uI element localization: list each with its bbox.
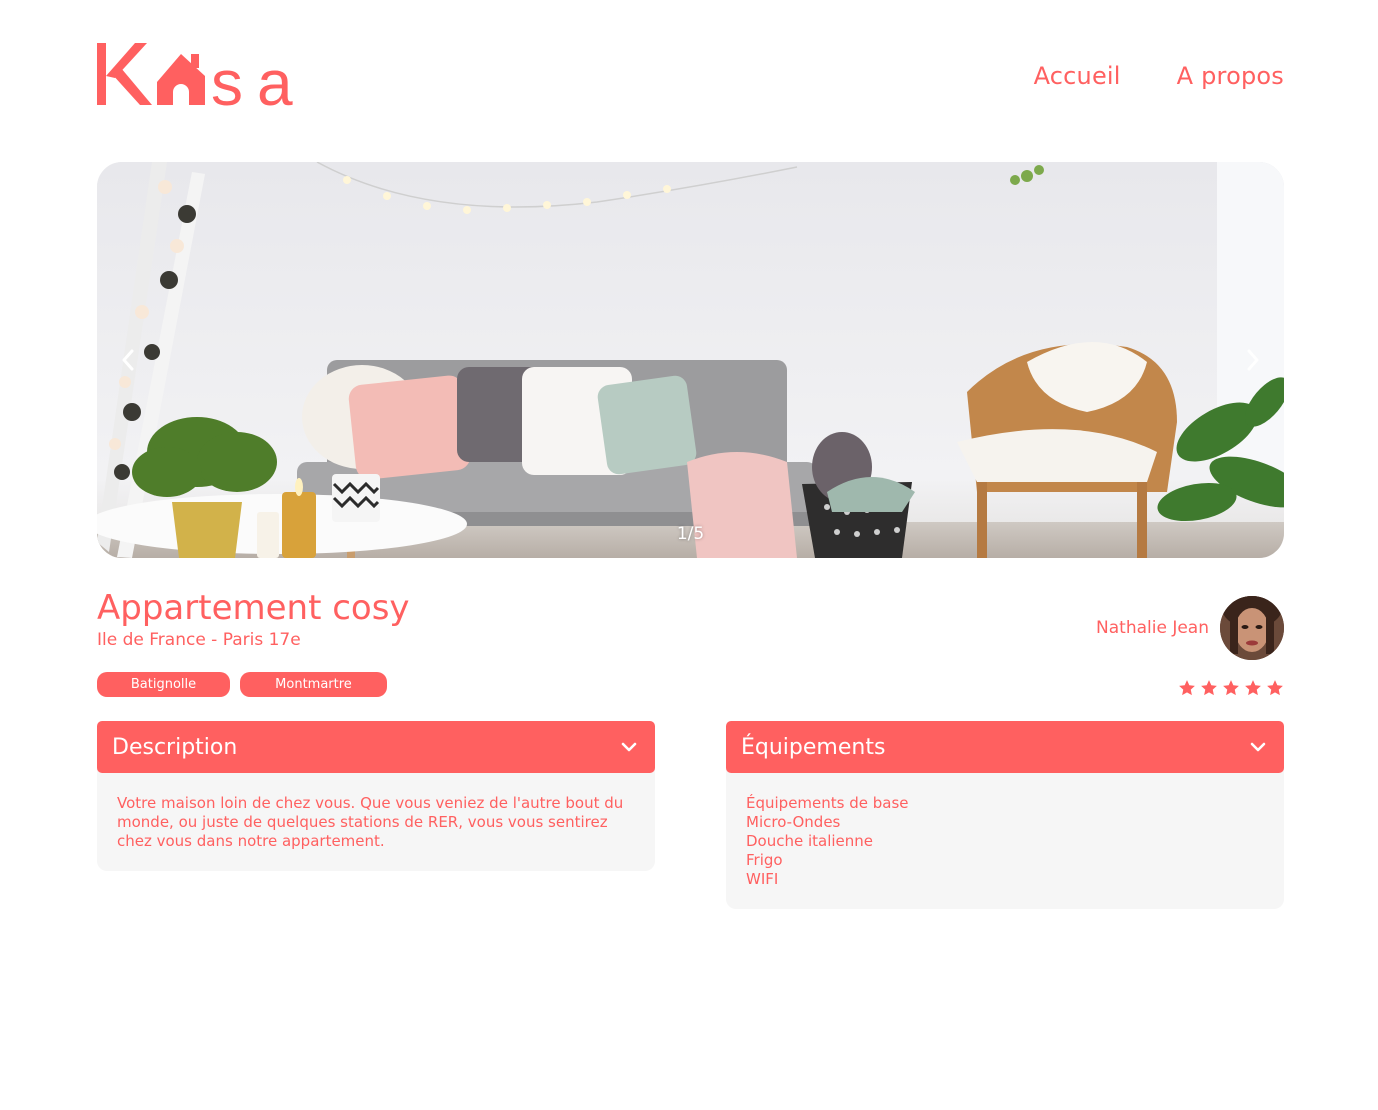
tag: Montmartre	[240, 672, 387, 697]
chevron-right-icon	[1247, 349, 1259, 371]
collapse-title: Équipements	[741, 734, 886, 760]
tag: Batignolle	[97, 672, 230, 697]
listing-location: Ile de France - Paris 17e	[97, 630, 301, 650]
carousel-next-button[interactable]	[1239, 344, 1267, 376]
host-name: Nathalie Jean	[1096, 618, 1209, 638]
host-info: Nathalie Jean	[1096, 596, 1284, 660]
carousel-counter: 1/5	[676, 524, 705, 544]
living-room-photo	[97, 162, 1284, 558]
svg-text:s: s	[211, 47, 243, 108]
svg-text:a: a	[257, 47, 293, 108]
star-icon	[1200, 679, 1218, 697]
listing-title: Appartement cosy	[97, 588, 410, 628]
rating-stars	[1178, 679, 1284, 697]
chevron-down-icon[interactable]	[619, 737, 639, 757]
equipment-list: Équipements de base Micro-Ondes Douche i…	[746, 794, 1264, 889]
kasa-logo[interactable]: s a	[97, 40, 311, 108]
avatar-image	[1220, 596, 1284, 660]
image-carousel: 1/5	[97, 162, 1284, 558]
star-icon	[1178, 679, 1196, 697]
nav-link-home[interactable]: Accueil	[1034, 62, 1121, 90]
list-item: WIFI	[746, 870, 779, 888]
host-avatar	[1220, 596, 1284, 660]
logo-icon: s a	[97, 43, 293, 108]
description-toggle[interactable]: Description	[97, 721, 655, 773]
list-item: Équipements de base	[746, 794, 909, 812]
star-icon	[1266, 679, 1284, 697]
description-collapse: Description Votre maison loin de chez vo…	[97, 721, 655, 871]
list-item: Micro-Ondes	[746, 813, 841, 831]
star-icon	[1222, 679, 1240, 697]
list-item: Douche italienne	[746, 832, 874, 850]
equipments-toggle[interactable]: Équipements	[726, 721, 1284, 773]
main-nav: Accueil A propos	[1034, 62, 1284, 90]
equipments-collapse: Équipements Équipements de base Micro-On…	[726, 721, 1284, 909]
nav-link-about[interactable]: A propos	[1177, 62, 1284, 90]
carousel-prev-button[interactable]	[114, 344, 142, 376]
description-body: Votre maison loin de chez vous. Que vous…	[97, 765, 655, 871]
list-item: Frigo	[746, 851, 783, 869]
star-icon	[1244, 679, 1262, 697]
description-text: Votre maison loin de chez vous. Que vous…	[117, 794, 624, 850]
chevron-down-icon[interactable]	[1248, 737, 1268, 757]
chevron-left-icon	[122, 349, 134, 371]
tag-list: Batignolle Montmartre	[97, 672, 387, 697]
collapse-title: Description	[112, 734, 238, 760]
equipments-body: Équipements de base Micro-Ondes Douche i…	[726, 765, 1284, 909]
